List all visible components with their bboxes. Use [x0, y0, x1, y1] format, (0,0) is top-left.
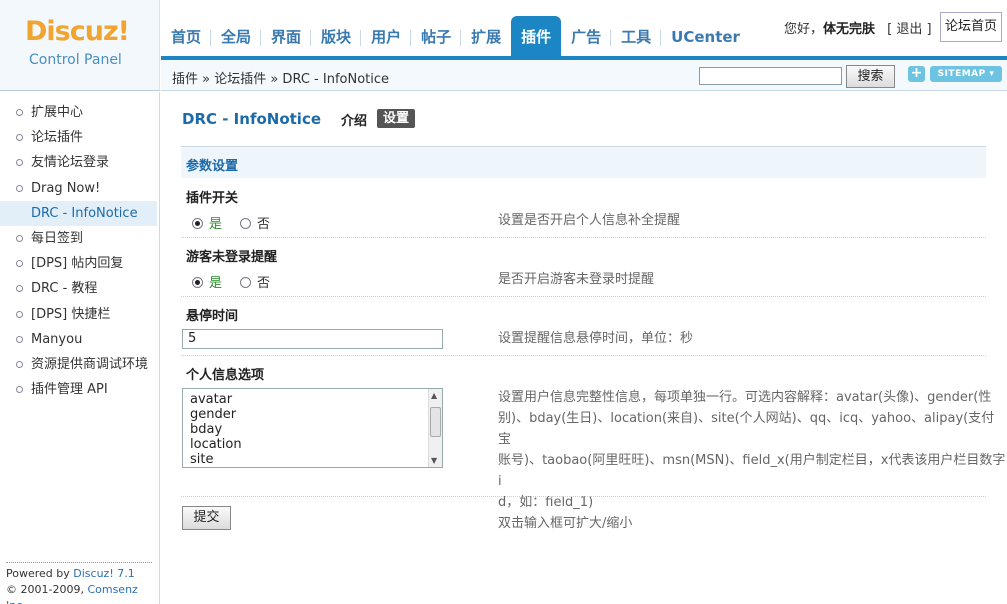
plugin-title: DRC - InfoNotice — [182, 110, 322, 128]
bullet-icon — [16, 159, 23, 167]
breadcrumb[interactable]: 插件 » 论坛插件 » DRC - InfoNotice — [172, 68, 389, 87]
plugin-switch-radios: 是否 — [192, 213, 270, 232]
sidebar-item[interactable]: Drag Now! — [0, 176, 157, 201]
guest-notice-no-radio[interactable] — [240, 277, 252, 288]
plugin-switch-yes-radio[interactable] — [192, 218, 203, 229]
profile-options-desc: 设置用户信息完整性信息，每项单独一行。可选内容解释：avatar(头像)、gen… — [498, 390, 1006, 531]
username: 体无完肤 — [823, 22, 876, 37]
nav-tools[interactable]: 工具 — [611, 16, 662, 56]
logo-title: Discuz! — [25, 16, 130, 47]
sitemap-button[interactable]: SITEMAP ▾ — [930, 66, 1002, 82]
sidebar-list: 扩展中心 论坛插件 友情论坛登录 Drag Now! DRC - InfoNot… — [0, 100, 157, 402]
scroll-thumb[interactable] — [430, 407, 441, 437]
textarea-scrollbar[interactable]: ▲ ▼ — [428, 389, 442, 467]
bullet-icon — [16, 234, 23, 242]
sidebar-item[interactable]: 扩展中心 — [0, 100, 157, 125]
scroll-up-icon[interactable]: ▲ — [431, 391, 437, 400]
hover-time-input[interactable]: 5 — [182, 329, 443, 349]
bullet-icon — [16, 310, 23, 318]
sidebar-item[interactable]: DRC - 教程 — [0, 276, 157, 301]
sidebar-item[interactable]: 论坛插件 — [0, 125, 157, 150]
plugin-switch-label: 插件开关 — [186, 191, 239, 206]
forum-home-button[interactable]: 论坛首页 — [940, 12, 1002, 42]
logo-subtitle: Control Panel — [29, 52, 122, 68]
sidebar-item[interactable]: 插件管理 API — [0, 377, 157, 402]
nav-interface[interactable]: 界面 — [261, 16, 312, 56]
bullet-icon — [16, 184, 23, 192]
plugin-switch-no-radio[interactable] — [240, 218, 252, 229]
bullet-icon — [16, 360, 23, 368]
sidebar-item-active[interactable]: DRC - InfoNotice — [0, 200, 157, 226]
sidebar-item[interactable]: [DPS] 快捷栏 — [0, 302, 157, 327]
bullet-icon — [16, 260, 23, 268]
submit-button[interactable]: 提交 — [182, 506, 231, 530]
nav-forums[interactable]: 版块 — [311, 16, 362, 56]
sidebar-footer: Powered by Discuz! 7.1 © 2001-2009, Coms… — [6, 566, 159, 604]
row-divider — [181, 296, 986, 297]
bullet-icon — [16, 134, 23, 142]
top-nav: 首页 全局 界面 版块 用户 帖子 扩展 插件 广告 工具 UCenter — [161, 16, 750, 56]
tab-intro[interactable]: 介绍 — [341, 110, 367, 129]
bullet-icon — [16, 285, 23, 293]
logo[interactable]: Discuz! Control Panel — [0, 0, 160, 91]
row-divider — [181, 496, 986, 497]
nav-plugins[interactable]: 插件 — [511, 16, 562, 56]
guest-notice-label: 游客未登录提醒 — [186, 250, 278, 265]
hover-time-desc: 设置提醒信息悬停时间，单位：秒 — [498, 331, 694, 346]
profile-options-label: 个人信息选项 — [186, 368, 265, 383]
sidebar: 扩展中心 论坛插件 友情论坛登录 Drag Now! DRC - InfoNot… — [0, 92, 160, 604]
row-divider — [181, 355, 986, 356]
guest-notice-radios: 是否 — [192, 272, 270, 291]
nav-users[interactable]: 用户 — [361, 16, 412, 56]
search-input[interactable] — [699, 67, 842, 85]
search-button[interactable]: 搜索 — [846, 65, 895, 88]
nav-extensions[interactable]: 扩展 — [461, 16, 511, 56]
hover-time-label: 悬停时间 — [186, 309, 239, 324]
guest-notice-desc: 是否开启游客未登录时提醒 — [498, 272, 655, 287]
user-info: 您好，体无完肤 [ 退出 ] — [784, 18, 932, 37]
scroll-down-icon[interactable]: ▼ — [431, 456, 437, 465]
greeting: 您好， — [784, 22, 824, 37]
sidebar-item[interactable]: 资源提供商调试环境 — [0, 352, 157, 377]
logout-link[interactable]: [ 退出 ] — [887, 22, 931, 37]
section-header: 参数设置 — [181, 146, 986, 178]
bullet-icon — [16, 386, 23, 394]
tab-settings[interactable]: 设置 — [377, 109, 416, 128]
sidebar-item[interactable]: Manyou — [0, 327, 157, 352]
nav-posts[interactable]: 帖子 — [411, 16, 462, 56]
breadcrumb-bar: 插件 » 论坛插件 » DRC - InfoNotice 搜索 + SITEMA… — [161, 60, 1007, 91]
sidebar-item[interactable]: 每日签到 — [0, 226, 157, 251]
plugin-switch-desc: 设置是否开启个人信息补全提醒 — [498, 213, 681, 228]
sidebar-item[interactable]: [DPS] 帖内回复 — [0, 251, 157, 276]
sidebar-item[interactable]: 友情论坛登录 — [0, 150, 157, 175]
profile-options-textarea[interactable]: avatar gender bday location site ▲ ▼ — [182, 388, 443, 468]
add-shortcut-button[interactable]: + — [908, 66, 925, 82]
bullet-icon — [16, 109, 23, 116]
nav-ads[interactable]: 广告 — [561, 16, 612, 56]
section-title: 参数设置 — [186, 159, 239, 174]
bullet-icon — [16, 335, 23, 343]
row-divider — [181, 237, 986, 238]
nav-ucenter[interactable]: UCenter — [661, 16, 750, 56]
sidebar-divider — [6, 562, 152, 563]
nav-home[interactable]: 首页 — [161, 16, 212, 56]
product-link[interactable]: Discuz! 7.1 — [73, 567, 134, 580]
guest-notice-yes-radio[interactable] — [192, 277, 203, 288]
nav-global[interactable]: 全局 — [211, 16, 262, 56]
main-content: DRC - InfoNotice 介绍 设置 参数设置 插件开关 是否 设置是否… — [161, 92, 1007, 604]
textarea-content: avatar gender bday location site — [190, 392, 242, 467]
